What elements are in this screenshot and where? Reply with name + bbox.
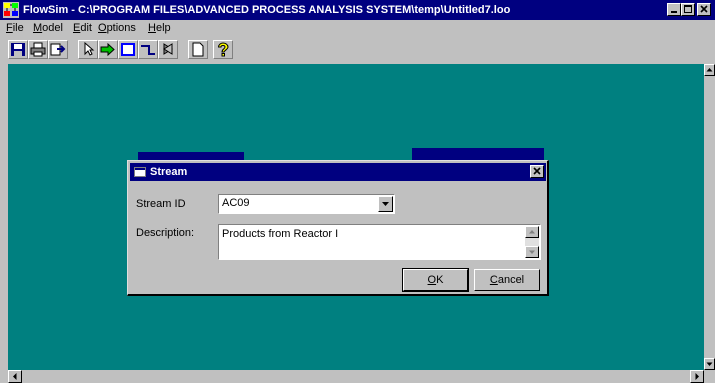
window-title: FlowSim - C:\PROGRAM FILES\ADVANCED PROC… (23, 4, 511, 16)
arrow-left-icon (13, 373, 17, 380)
dialog-title-bar[interactable]: Stream (130, 163, 546, 181)
valve-icon (163, 43, 173, 55)
stream-id-combobox[interactable]: AC09 (218, 194, 395, 214)
scroll-down-button[interactable] (704, 358, 715, 370)
scroll-left-button[interactable] (8, 370, 22, 383)
stream-id-value: AC09 (222, 197, 250, 209)
dialog-title: Stream (150, 166, 188, 178)
export-icon (50, 43, 66, 56)
unit-box-button[interactable] (118, 40, 138, 59)
toolbar (0, 38, 715, 62)
stream-arrow-button[interactable] (98, 40, 118, 59)
arrow-down-icon (706, 362, 713, 366)
dialog-system-icon[interactable] (134, 167, 146, 177)
save-icon (11, 43, 25, 56)
connector-icon (141, 45, 155, 55)
maximize-icon (684, 5, 692, 13)
menu-help[interactable]: Help (148, 22, 171, 34)
help-icon (217, 42, 229, 57)
vertical-scrollbar[interactable] (704, 64, 715, 370)
document-button[interactable] (188, 40, 208, 59)
arrow-up-icon (529, 230, 535, 234)
cancel-button[interactable]: Cancel (474, 269, 540, 291)
maximize-button[interactable] (681, 3, 695, 16)
close-button[interactable] (697, 3, 711, 16)
description-value: Products from Reactor I (222, 228, 339, 240)
menu-model[interactable]: Model (33, 22, 63, 34)
minimize-button[interactable] (667, 3, 681, 16)
connector-button[interactable] (138, 40, 158, 59)
menu-edit[interactable]: Edit (73, 22, 92, 34)
main-window: FlowSim - C:\PROGRAM FILES\ADVANCED PROC… (0, 0, 715, 383)
pointer-icon (84, 42, 95, 56)
description-scroll-up[interactable] (525, 226, 539, 238)
scroll-right-button[interactable] (690, 370, 704, 383)
stream-id-dropdown-button[interactable] (378, 196, 393, 212)
description-scroll-down[interactable] (525, 246, 539, 258)
print-button[interactable] (28, 40, 48, 59)
menu-bar: File Model Edit Options Help (0, 20, 715, 38)
title-bar[interactable]: FlowSim - C:\PROGRAM FILES\ADVANCED PROC… (0, 0, 715, 20)
arrow-down-icon (529, 250, 535, 254)
menu-options[interactable]: Options (98, 22, 136, 34)
valve-button[interactable] (158, 40, 178, 59)
unit-box-icon (121, 43, 135, 56)
help-button[interactable] (213, 40, 233, 59)
arrow-up-icon (706, 68, 713, 72)
print-icon (30, 42, 46, 57)
chevron-down-icon (382, 202, 389, 206)
dialog-close-button[interactable] (530, 165, 544, 178)
stream-id-label: Stream ID (136, 198, 186, 210)
close-icon (700, 5, 708, 13)
menu-file[interactable]: File (6, 22, 24, 34)
save-button[interactable] (8, 40, 28, 59)
description-field[interactable]: Products from Reactor I (218, 224, 541, 260)
ok-button[interactable]: OK (402, 268, 469, 292)
export-button[interactable] (48, 40, 68, 59)
pointer-button[interactable] (78, 40, 98, 59)
description-scrollbar[interactable] (525, 226, 539, 258)
document-icon (192, 42, 204, 57)
minimize-icon (671, 11, 677, 13)
description-label: Description: (136, 227, 195, 239)
flowsim-app-icon[interactable] (3, 2, 19, 18)
horizontal-scrollbar[interactable] (8, 370, 704, 383)
scroll-up-button[interactable] (704, 64, 715, 76)
stream-dialog: Stream Stream ID AC09 Description: Produ… (127, 160, 549, 296)
close-icon (533, 167, 541, 175)
arrow-right-icon (695, 373, 699, 380)
stream-arrow-icon (100, 42, 115, 57)
